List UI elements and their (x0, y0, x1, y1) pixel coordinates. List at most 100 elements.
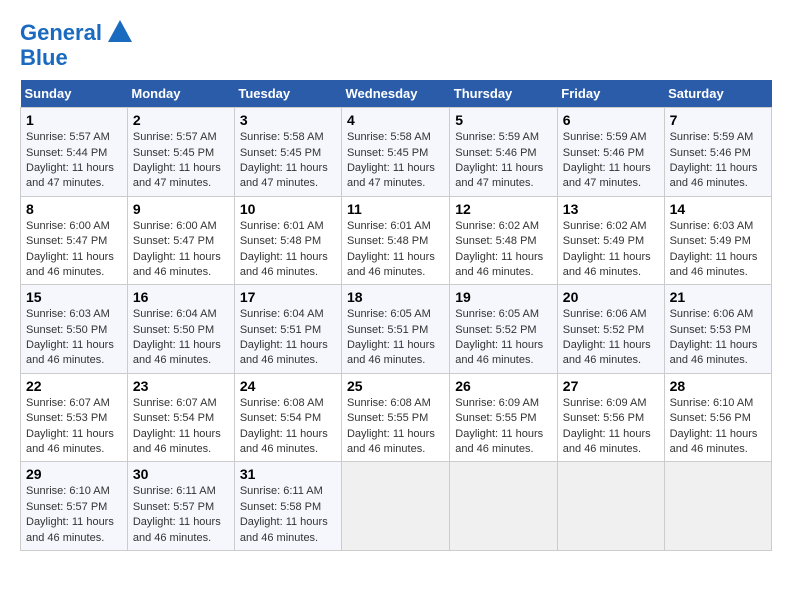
calendar-cell: 13 Sunrise: 6:02 AMSunset: 5:49 PMDaylig… (557, 196, 664, 285)
day-number: 13 (563, 201, 659, 217)
day-number: 20 (563, 289, 659, 305)
calendar-week-1: 1 Sunrise: 5:57 AMSunset: 5:44 PMDayligh… (21, 108, 772, 197)
day-number: 11 (347, 201, 444, 217)
day-info: Sunrise: 6:04 AMSunset: 5:51 PMDaylight:… (240, 307, 336, 369)
day-info: Sunrise: 5:59 AMSunset: 5:46 PMDaylight:… (670, 130, 766, 192)
day-info: Sunrise: 6:07 AMSunset: 5:53 PMDaylight:… (26, 396, 122, 458)
calendar-cell: 18 Sunrise: 6:05 AMSunset: 5:51 PMDaylig… (341, 285, 449, 374)
day-info: Sunrise: 5:57 AMSunset: 5:44 PMDaylight:… (26, 130, 122, 192)
day-info: Sunrise: 6:08 AMSunset: 5:54 PMDaylight:… (240, 396, 336, 458)
calendar-cell: 31 Sunrise: 6:11 AMSunset: 5:58 PMDaylig… (234, 462, 341, 551)
weekday-header-friday: Friday (557, 80, 664, 108)
day-number: 4 (347, 112, 444, 128)
calendar-cell: 17 Sunrise: 6:04 AMSunset: 5:51 PMDaylig… (234, 285, 341, 374)
calendar-cell: 27 Sunrise: 6:09 AMSunset: 5:56 PMDaylig… (557, 373, 664, 462)
day-number: 2 (133, 112, 229, 128)
day-number: 26 (455, 378, 552, 394)
calendar-cell (557, 462, 664, 551)
day-info: Sunrise: 5:58 AMSunset: 5:45 PMDaylight:… (347, 130, 444, 192)
calendar-cell: 19 Sunrise: 6:05 AMSunset: 5:52 PMDaylig… (450, 285, 558, 374)
calendar-cell: 26 Sunrise: 6:09 AMSunset: 5:55 PMDaylig… (450, 373, 558, 462)
day-number: 5 (455, 112, 552, 128)
calendar-cell: 30 Sunrise: 6:11 AMSunset: 5:57 PMDaylig… (127, 462, 234, 551)
day-info: Sunrise: 6:09 AMSunset: 5:56 PMDaylight:… (563, 396, 659, 458)
day-info: Sunrise: 5:58 AMSunset: 5:45 PMDaylight:… (240, 130, 336, 192)
calendar-cell: 14 Sunrise: 6:03 AMSunset: 5:49 PMDaylig… (664, 196, 771, 285)
day-number: 6 (563, 112, 659, 128)
calendar-cell: 7 Sunrise: 5:59 AMSunset: 5:46 PMDayligh… (664, 108, 771, 197)
calendar-cell: 15 Sunrise: 6:03 AMSunset: 5:50 PMDaylig… (21, 285, 128, 374)
weekday-header-thursday: Thursday (450, 80, 558, 108)
calendar-cell: 29 Sunrise: 6:10 AMSunset: 5:57 PMDaylig… (21, 462, 128, 551)
day-info: Sunrise: 6:11 AMSunset: 5:58 PMDaylight:… (240, 484, 336, 546)
day-number: 14 (670, 201, 766, 217)
day-info: Sunrise: 6:02 AMSunset: 5:48 PMDaylight:… (455, 219, 552, 281)
calendar-table: SundayMondayTuesdayWednesdayThursdayFrid… (20, 80, 772, 551)
logo-icon (106, 18, 134, 46)
calendar-cell: 2 Sunrise: 5:57 AMSunset: 5:45 PMDayligh… (127, 108, 234, 197)
day-info: Sunrise: 6:04 AMSunset: 5:50 PMDaylight:… (133, 307, 229, 369)
day-info: Sunrise: 6:10 AMSunset: 5:56 PMDaylight:… (670, 396, 766, 458)
calendar-cell: 11 Sunrise: 6:01 AMSunset: 5:48 PMDaylig… (341, 196, 449, 285)
day-number: 17 (240, 289, 336, 305)
day-info: Sunrise: 6:10 AMSunset: 5:57 PMDaylight:… (26, 484, 122, 546)
day-number: 3 (240, 112, 336, 128)
calendar-cell: 21 Sunrise: 6:06 AMSunset: 5:53 PMDaylig… (664, 285, 771, 374)
logo-text: General (20, 21, 102, 45)
day-number: 7 (670, 112, 766, 128)
day-number: 12 (455, 201, 552, 217)
day-info: Sunrise: 6:03 AMSunset: 5:49 PMDaylight:… (670, 219, 766, 281)
day-number: 18 (347, 289, 444, 305)
calendar-cell (450, 462, 558, 551)
calendar-cell: 28 Sunrise: 6:10 AMSunset: 5:56 PMDaylig… (664, 373, 771, 462)
day-info: Sunrise: 5:59 AMSunset: 5:46 PMDaylight:… (455, 130, 552, 192)
day-number: 15 (26, 289, 122, 305)
day-info: Sunrise: 6:06 AMSunset: 5:53 PMDaylight:… (670, 307, 766, 369)
day-info: Sunrise: 6:11 AMSunset: 5:57 PMDaylight:… (133, 484, 229, 546)
day-number: 29 (26, 466, 122, 482)
day-info: Sunrise: 6:02 AMSunset: 5:49 PMDaylight:… (563, 219, 659, 281)
calendar-cell: 3 Sunrise: 5:58 AMSunset: 5:45 PMDayligh… (234, 108, 341, 197)
day-number: 24 (240, 378, 336, 394)
day-info: Sunrise: 6:08 AMSunset: 5:55 PMDaylight:… (347, 396, 444, 458)
day-info: Sunrise: 6:01 AMSunset: 5:48 PMDaylight:… (347, 219, 444, 281)
day-number: 22 (26, 378, 122, 394)
weekday-header-tuesday: Tuesday (234, 80, 341, 108)
calendar-cell: 8 Sunrise: 6:00 AMSunset: 5:47 PMDayligh… (21, 196, 128, 285)
day-info: Sunrise: 6:05 AMSunset: 5:52 PMDaylight:… (455, 307, 552, 369)
day-info: Sunrise: 6:03 AMSunset: 5:50 PMDaylight:… (26, 307, 122, 369)
day-number: 9 (133, 201, 229, 217)
weekday-header-sunday: Sunday (21, 80, 128, 108)
calendar-cell: 20 Sunrise: 6:06 AMSunset: 5:52 PMDaylig… (557, 285, 664, 374)
day-info: Sunrise: 6:00 AMSunset: 5:47 PMDaylight:… (26, 219, 122, 281)
calendar-cell: 4 Sunrise: 5:58 AMSunset: 5:45 PMDayligh… (341, 108, 449, 197)
weekday-header-wednesday: Wednesday (341, 80, 449, 108)
day-number: 28 (670, 378, 766, 394)
weekday-header-monday: Monday (127, 80, 234, 108)
calendar-cell: 1 Sunrise: 5:57 AMSunset: 5:44 PMDayligh… (21, 108, 128, 197)
day-info: Sunrise: 6:09 AMSunset: 5:55 PMDaylight:… (455, 396, 552, 458)
calendar-week-3: 15 Sunrise: 6:03 AMSunset: 5:50 PMDaylig… (21, 285, 772, 374)
weekday-header-saturday: Saturday (664, 80, 771, 108)
day-info: Sunrise: 6:00 AMSunset: 5:47 PMDaylight:… (133, 219, 229, 281)
day-number: 8 (26, 201, 122, 217)
calendar-week-4: 22 Sunrise: 6:07 AMSunset: 5:53 PMDaylig… (21, 373, 772, 462)
day-number: 1 (26, 112, 122, 128)
calendar-cell: 25 Sunrise: 6:08 AMSunset: 5:55 PMDaylig… (341, 373, 449, 462)
day-number: 25 (347, 378, 444, 394)
day-number: 31 (240, 466, 336, 482)
calendar-cell: 23 Sunrise: 6:07 AMSunset: 5:54 PMDaylig… (127, 373, 234, 462)
day-number: 27 (563, 378, 659, 394)
calendar-cell: 10 Sunrise: 6:01 AMSunset: 5:48 PMDaylig… (234, 196, 341, 285)
day-info: Sunrise: 5:59 AMSunset: 5:46 PMDaylight:… (563, 130, 659, 192)
calendar-cell: 16 Sunrise: 6:04 AMSunset: 5:50 PMDaylig… (127, 285, 234, 374)
day-info: Sunrise: 6:05 AMSunset: 5:51 PMDaylight:… (347, 307, 444, 369)
calendar-cell: 24 Sunrise: 6:08 AMSunset: 5:54 PMDaylig… (234, 373, 341, 462)
calendar-cell: 12 Sunrise: 6:02 AMSunset: 5:48 PMDaylig… (450, 196, 558, 285)
calendar-week-2: 8 Sunrise: 6:00 AMSunset: 5:47 PMDayligh… (21, 196, 772, 285)
day-number: 10 (240, 201, 336, 217)
day-number: 16 (133, 289, 229, 305)
weekday-header-row: SundayMondayTuesdayWednesdayThursdayFrid… (21, 80, 772, 108)
calendar-cell: 5 Sunrise: 5:59 AMSunset: 5:46 PMDayligh… (450, 108, 558, 197)
day-info: Sunrise: 6:07 AMSunset: 5:54 PMDaylight:… (133, 396, 229, 458)
